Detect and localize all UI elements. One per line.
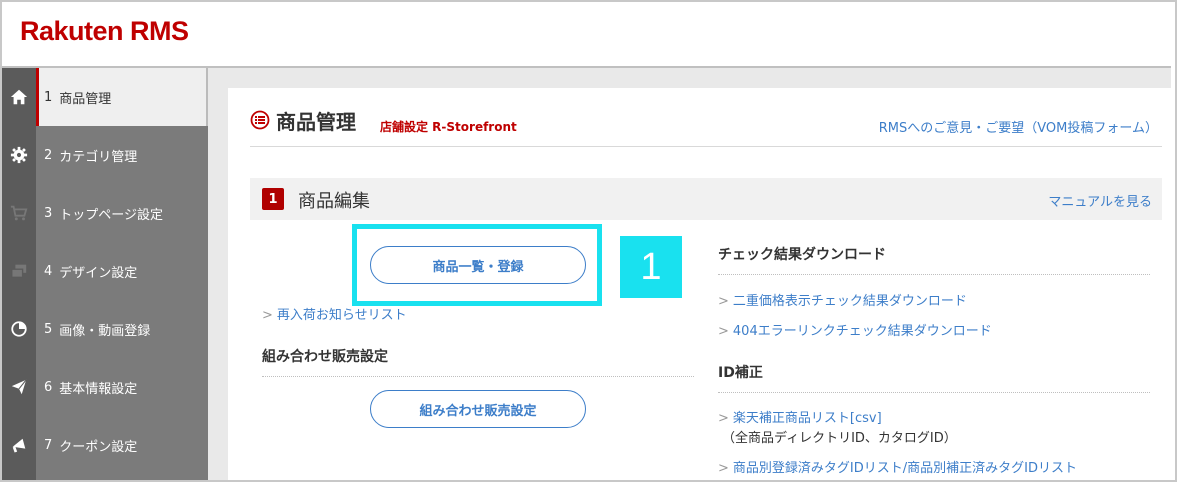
cart-icon [2,184,36,242]
check-divider [718,274,1150,275]
rakuten-correction-list-link[interactable]: > 楽天補正商品リスト[csv] [718,407,882,426]
section-number-badge: 1 [262,188,284,210]
main-panel: 商品管理 店舗設定 R-Storefront RMSへのご意見・ご要望（VOM投… [228,88,1171,480]
combo-sales-button[interactable]: 組み合わせ販売設定 [370,390,586,428]
sidebar-item-category-management[interactable]: 2 カテゴリ管理 [2,126,208,184]
highlight-box [352,224,602,306]
chevron-right-icon: > [718,294,729,309]
sidebar-item-label: クーポン設定 [59,439,138,455]
megaphone-icon [2,416,36,474]
link-label: 二重価格表示チェック結果ダウンロード [732,294,967,309]
link-label: 商品別登録済みタグIDリスト/商品別補正済みタグIDリスト [732,461,1077,476]
sidebar-item-label: トップページ設定 [59,207,164,223]
sidebar-item-label: 画像・動画登録 [59,323,151,339]
sidebar-item-image-video[interactable]: 5 画像・動画登録 [2,300,208,358]
link-label: 再入荷お知らせリスト [276,308,407,323]
tag-id-list-link[interactable]: > 商品別登録済みタグIDリスト/商品別補正済みタグIDリスト [718,457,1077,476]
sidebar-item-basic-info[interactable]: 6 基本情報設定 [2,358,208,416]
sidebar-item-label: 基本情報設定 [59,381,138,397]
sidebar-item-label: 商品管理 [59,91,112,107]
id-divider [718,392,1150,393]
sidebar-item-coupon-settings[interactable]: 7 クーポン設定 [2,416,208,474]
sidebar-item-top-page-settings[interactable]: 3 トップページ設定 [2,184,208,242]
chevron-right-icon: > [262,308,273,323]
chevron-right-icon: > [718,461,729,476]
callout-number: 1 [620,236,682,298]
link-label: 楽天補正商品リスト[csv] [732,411,882,426]
id-correction-heading: ID補正 [718,365,763,381]
sidebar-item-number: 4 [44,263,53,279]
combo-sales-heading: 組み合わせ販売設定 [262,349,388,365]
home-icon [2,68,36,126]
top-header: Rakuten RMS [2,2,1171,68]
title-divider [250,146,1162,147]
pie-chart-icon [2,300,36,358]
rakuten-rms-logo[interactable]: Rakuten RMS [20,16,189,47]
feedback-link[interactable]: RMSへのご意見・ご要望（VOM投稿フォーム） [879,117,1158,136]
sidebar-item-number: 3 [44,205,53,221]
combo-divider [262,376,694,377]
section-title: 商品編集 [298,191,370,212]
sidebar-item-number: 1 [44,89,53,105]
page-title: 商品管理 [276,110,356,134]
sidebar-item-design-settings[interactable]: 4 デザイン設定 [2,242,208,300]
gear-icon [2,126,36,184]
link-label: 404エラーリンクチェック結果ダウンロード [732,324,992,339]
manual-link[interactable]: マニュアルを見る [1048,191,1152,210]
restock-notice-list-link[interactable]: > 再入荷お知らせリスト [262,304,407,323]
404-link-check-link[interactable]: >404エラーリンクチェック結果ダウンロード [718,320,992,339]
list-circle-icon [250,110,270,130]
check-results-heading: チェック結果ダウンロード [718,247,886,263]
sidebar-item-number: 5 [44,321,53,337]
sidebar-item-label: デザイン設定 [59,265,138,281]
chevron-right-icon: > [718,324,729,339]
id-correction-note: （全商品ディレクトリID、カタログID） [722,431,957,446]
section-header: 1 商品編集 マニュアルを見る [250,178,1162,220]
sidebar-item-number: 7 [44,437,53,453]
sidebar-item-label: カテゴリ管理 [59,149,138,165]
chevron-right-icon: > [718,411,729,426]
sidebar: 1 商品管理 2 カテゴリ管理 3 トップページ設定 4 デザイン設定 5 画像… [2,68,208,480]
paper-plane-icon [2,358,36,416]
sidebar-item-number: 6 [44,379,53,395]
sidebar-item-product-management[interactable]: 1 商品管理 [2,68,208,126]
double-price-check-link[interactable]: > 二重価格表示チェック結果ダウンロード [718,290,967,309]
sidebar-item-number: 2 [44,147,53,163]
windows-icon [2,242,36,300]
app-frame: Rakuten RMS 1 商品管理 2 カテゴリ管理 3 トップページ設定 4… [0,0,1177,482]
page-subtitle: 店舗設定 R-Storefront [380,120,517,134]
